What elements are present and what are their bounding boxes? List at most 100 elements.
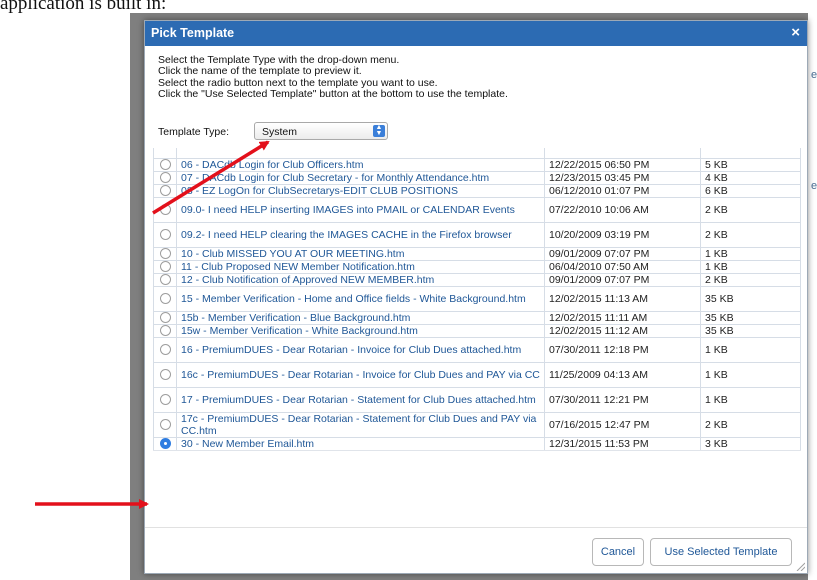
template-size: 1 KB xyxy=(700,246,801,261)
template-date: 07/16/2015 12:47 PM xyxy=(544,411,701,438)
template-type-value: System xyxy=(262,126,298,138)
template-size: 1 KB xyxy=(700,259,801,274)
template-size: 1 KB xyxy=(700,361,801,388)
table-row[interactable]: 15b - Member Verification - Blue Backgro… xyxy=(153,310,801,325)
template-radio[interactable] xyxy=(159,159,171,171)
template-radio[interactable] xyxy=(159,438,171,450)
instructions: Select the Template Type with the drop-d… xyxy=(158,54,508,101)
template-size: 2 KB xyxy=(700,196,801,223)
template-size: 1 KB xyxy=(700,336,801,363)
template-size: 2 KB xyxy=(700,221,801,248)
instruction-line: Click the "Use Selected Template" button… xyxy=(158,88,508,101)
table-row[interactable]: 07 - DACdb Login for Club Secretary - fo… xyxy=(153,170,801,185)
resize-grip-icon[interactable] xyxy=(796,562,805,571)
table-row[interactable]: 16c - PremiumDUES - Dear Rotarian - Invo… xyxy=(153,361,801,388)
radio-cell xyxy=(153,157,177,172)
radio-cell xyxy=(153,323,177,338)
template-date: 06/04/2010 07:50 AM xyxy=(544,259,701,274)
template-name-link[interactable]: 16 - PremiumDUES - Dear Rotarian - Invoi… xyxy=(176,336,545,363)
cancel-button[interactable]: Cancel xyxy=(592,538,644,566)
footer-divider xyxy=(145,527,807,528)
dialog-title: Pick Template xyxy=(151,26,235,40)
template-date: 09/01/2009 07:07 PM xyxy=(544,272,701,287)
template-radio[interactable] xyxy=(159,344,171,356)
template-name-link[interactable]: 08 - EZ LogOn for ClubSecretarys-EDIT CL… xyxy=(176,183,545,198)
template-name-link[interactable]: 15b - Member Verification - Blue Backgro… xyxy=(176,310,545,325)
template-size: 3 KB xyxy=(700,436,801,451)
template-radio[interactable] xyxy=(159,274,171,286)
template-radio[interactable] xyxy=(159,185,171,197)
template-name-link[interactable]: 06 - DACdb Login for Club Officers.htm xyxy=(176,157,545,172)
table-row[interactable]: 11 - Club Proposed NEW Member Notificati… xyxy=(153,259,801,274)
table-row[interactable]: 30 - New Member Email.htm 12/31/2015 11:5… xyxy=(153,436,801,451)
template-name-link[interactable]: 15w - Member Verification - White Backgr… xyxy=(176,323,545,338)
template-date: 10/20/2009 03:19 PM xyxy=(544,221,701,248)
radio-cell xyxy=(153,436,177,451)
table-row[interactable]: 15 - Member Verification - Home and Offi… xyxy=(153,285,801,312)
table-row[interactable]: 08 - EZ LogOn for ClubSecretarys-EDIT CL… xyxy=(153,183,801,198)
background-text: e xyxy=(811,180,817,192)
dialog-title-bar[interactable]: Pick Template × xyxy=(145,21,807,46)
template-radio[interactable] xyxy=(159,325,171,337)
table-row[interactable]: 15w - Member Verification - White Backgr… xyxy=(153,323,801,338)
template-name-link[interactable]: 12 - Club Notification of Approved NEW M… xyxy=(176,272,545,287)
template-name-link[interactable]: 07 - DACdb Login for Club Secretary - fo… xyxy=(176,170,545,185)
radio-cell xyxy=(153,310,177,325)
template-size: 4 KB xyxy=(700,170,801,185)
table-row[interactable]: 10 - Club MISSED YOU AT OUR MEETING.htm 0… xyxy=(153,246,801,261)
template-name-link[interactable]: 16c - PremiumDUES - Dear Rotarian - Invo… xyxy=(176,361,545,388)
template-radio[interactable] xyxy=(159,261,171,273)
template-name-link[interactable]: 30 - New Member Email.htm xyxy=(176,436,545,451)
radio-cell xyxy=(153,411,177,438)
template-date: 12/23/2015 03:45 PM xyxy=(544,170,701,185)
template-date: 11/25/2009 04:13 AM xyxy=(544,361,701,388)
template-radio[interactable] xyxy=(159,248,171,260)
radio-cell xyxy=(153,246,177,261)
template-date: 12/02/2015 11:12 AM xyxy=(544,323,701,338)
template-date: 07/30/2011 12:21 PM xyxy=(544,386,701,413)
radio-cell xyxy=(153,386,177,413)
template-list[interactable]: 06 - DACdb Login for Club Officers.htm 12… xyxy=(153,148,801,508)
template-name-link[interactable]: 09.0- I need HELP inserting IMAGES into … xyxy=(176,196,545,223)
template-radio[interactable] xyxy=(159,204,171,216)
background-text: e xyxy=(811,69,817,81)
close-icon[interactable]: × xyxy=(791,24,800,41)
template-radio[interactable] xyxy=(159,293,171,305)
table-row[interactable]: 12 - Club Notification of Approved NEW M… xyxy=(153,272,801,287)
table-row[interactable]: 17c - PremiumDUES - Dear Rotarian - Stat… xyxy=(153,411,801,438)
template-name-link[interactable]: 10 - Club MISSED YOU AT OUR MEETING.htm xyxy=(176,246,545,261)
template-date: 12/31/2015 11:53 PM xyxy=(544,436,701,451)
template-radio[interactable] xyxy=(159,312,171,324)
radio-cell xyxy=(153,285,177,312)
table-row xyxy=(153,148,801,159)
template-name-link[interactable]: 15 - Member Verification - Home and Offi… xyxy=(176,285,545,312)
radio-cell xyxy=(153,170,177,185)
template-name-link[interactable]: 17 - PremiumDUES - Dear Rotarian - State… xyxy=(176,386,545,413)
table-row[interactable]: 16 - PremiumDUES - Dear Rotarian - Invoi… xyxy=(153,336,801,363)
table-row[interactable]: 06 - DACdb Login for Club Officers.htm 12… xyxy=(153,157,801,172)
template-type-label: Template Type: xyxy=(158,126,230,138)
template-size: 1 KB xyxy=(700,386,801,413)
table-row[interactable]: 09.0- I need HELP inserting IMAGES into … xyxy=(153,196,801,223)
radio-cell xyxy=(153,336,177,363)
template-radio[interactable] xyxy=(159,394,171,406)
background-page: e e xyxy=(808,13,817,580)
template-size: 5 KB xyxy=(700,157,801,172)
template-size: 2 KB xyxy=(700,411,801,438)
radio-cell xyxy=(153,272,177,287)
template-date: 09/01/2009 07:07 PM xyxy=(544,246,701,261)
template-radio[interactable] xyxy=(159,369,171,381)
template-radio[interactable] xyxy=(159,172,171,184)
table-row[interactable]: 17 - PremiumDUES - Dear Rotarian - State… xyxy=(153,386,801,413)
use-selected-template-button[interactable]: Use Selected Template xyxy=(650,538,792,566)
template-name-link[interactable]: 17c - PremiumDUES - Dear Rotarian - Stat… xyxy=(176,411,545,438)
template-radio[interactable] xyxy=(159,229,171,241)
template-date: 12/02/2015 11:13 AM xyxy=(544,285,701,312)
template-name-link[interactable]: 11 - Club Proposed NEW Member Notificati… xyxy=(176,259,545,274)
template-name-link[interactable]: 09.2- I need HELP clearing the IMAGES CA… xyxy=(176,221,545,248)
template-type-select[interactable]: System ▲ ▼ xyxy=(254,122,388,140)
template-table: 06 - DACdb Login for Club Officers.htm 12… xyxy=(153,148,801,451)
template-radio[interactable] xyxy=(159,419,171,431)
table-row[interactable]: 09.2- I need HELP clearing the IMAGES CA… xyxy=(153,221,801,248)
template-date: 12/02/2015 11:11 AM xyxy=(544,310,701,325)
